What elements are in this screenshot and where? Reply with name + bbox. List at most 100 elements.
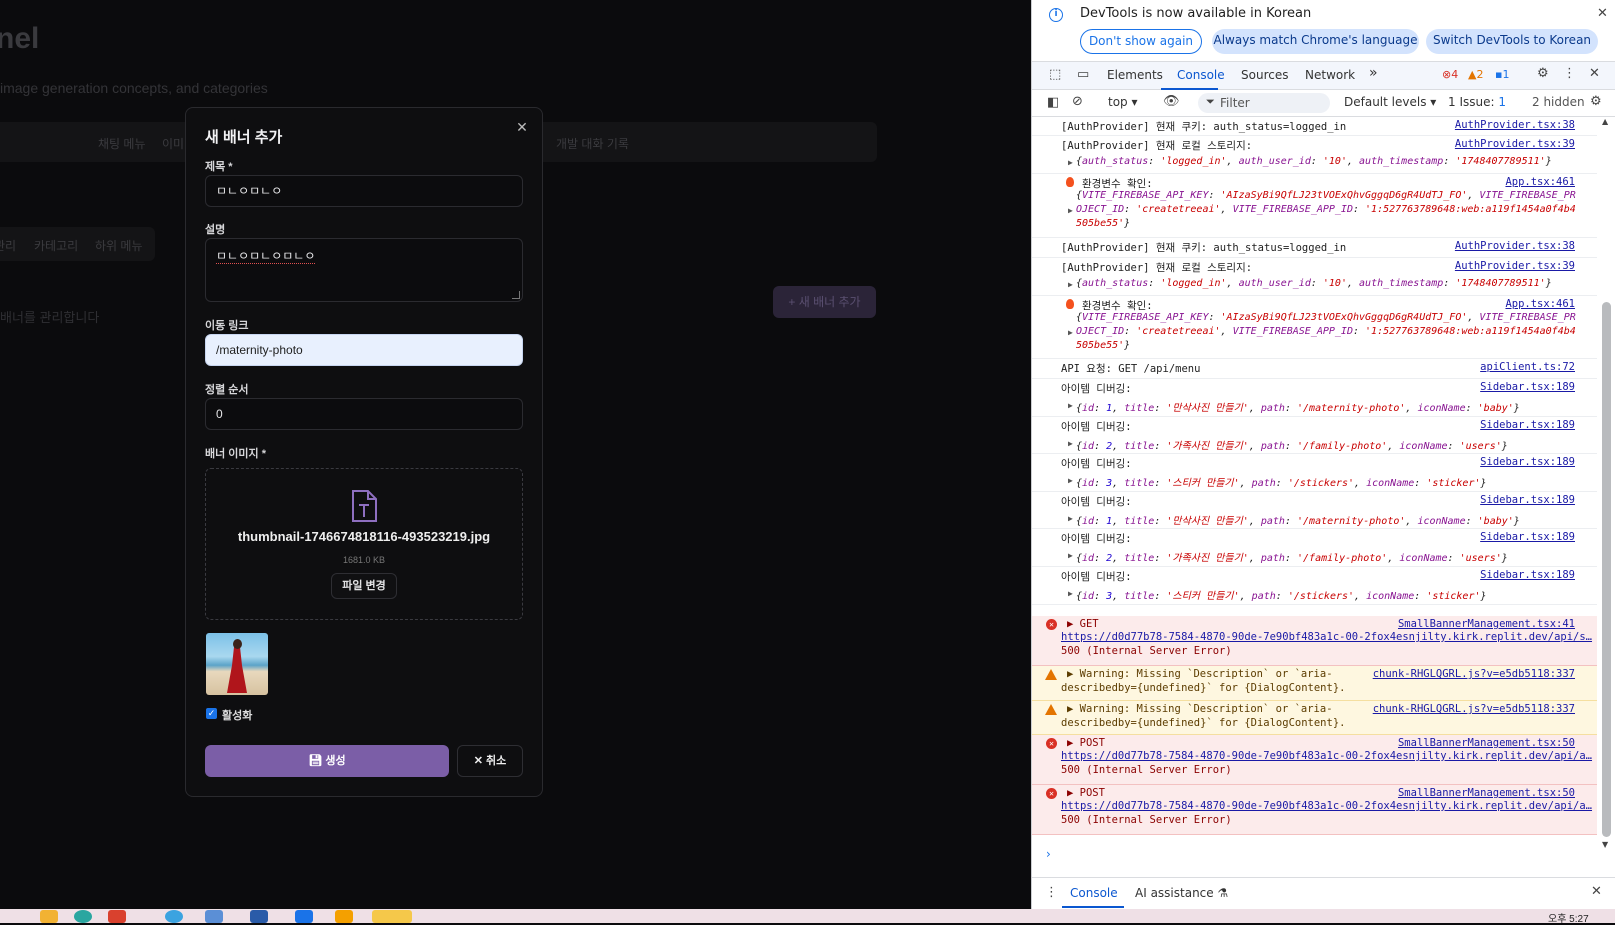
expand-triangle-icon[interactable]: ▶ bbox=[1068, 328, 1073, 337]
scroll-up-icon[interactable]: ▲ bbox=[1602, 117, 1608, 126]
source-link[interactable]: Sidebar.tsx:189 bbox=[1480, 531, 1575, 543]
live-expression-eye-icon[interactable]: 👁︎ bbox=[1163, 94, 1180, 109]
source-link[interactable]: App.tsx:461 bbox=[1505, 298, 1575, 310]
app-icon[interactable] bbox=[205, 910, 223, 923]
expand-triangle-icon[interactable]: ▶ bbox=[1068, 551, 1073, 560]
app-icon[interactable] bbox=[335, 910, 353, 923]
source-link[interactable]: AuthProvider.tsx:38 bbox=[1455, 240, 1575, 252]
scrollbar-thumb[interactable] bbox=[1602, 302, 1611, 837]
expand-triangle-icon[interactable]: ▶ bbox=[1068, 514, 1073, 523]
app-icon[interactable] bbox=[250, 910, 268, 923]
active-app-icon[interactable] bbox=[372, 910, 412, 923]
more-options-icon[interactable]: ⋮ bbox=[1563, 66, 1576, 81]
expand-triangle-icon[interactable]: ▶ bbox=[1068, 401, 1073, 410]
expand-triangle-icon[interactable]: ▶ bbox=[1068, 280, 1073, 289]
source-link[interactable]: apiClient.ts:72 bbox=[1480, 361, 1575, 373]
source-link[interactable]: App.tsx:461 bbox=[1505, 176, 1575, 188]
source-link[interactable]: Sidebar.tsx:189 bbox=[1480, 419, 1575, 431]
always-match-button[interactable]: Always match Chrome's language bbox=[1212, 29, 1419, 54]
expand-triangle-icon[interactable]: ▶ bbox=[1068, 206, 1073, 215]
close-icon[interactable]: ✕ bbox=[513, 118, 531, 136]
description-textarea[interactable]: ㅁㄴㅇㅁㄴㅇㅁㄴㅇ bbox=[205, 238, 523, 302]
inspect-element-icon[interactable]: ⬚ bbox=[1049, 67, 1061, 82]
expand-triangle-icon[interactable]: ▶ bbox=[1068, 158, 1073, 167]
log-message: 환경변수 확인: bbox=[1082, 300, 1153, 312]
close-drawer-icon[interactable]: ✕ bbox=[1591, 884, 1602, 899]
tab-category[interactable]: 카테고리 bbox=[34, 237, 78, 254]
cancel-button[interactable]: ✕ 취소 bbox=[457, 745, 523, 777]
source-link[interactable]: chunk-RHGLQGRL.js?v=e5db5118:337 bbox=[1373, 703, 1575, 715]
log-object: OJECT_ID: 'createtreeai', VITE_FIREBASE_… bbox=[1076, 204, 1576, 215]
tab-submenu[interactable]: 하위 메뉴 bbox=[95, 237, 143, 254]
source-link[interactable]: SmallBannerManagement.tsx:50 bbox=[1398, 737, 1575, 749]
close-devtools-icon[interactable]: ✕ bbox=[1589, 66, 1600, 81]
console-prompt[interactable]: › bbox=[1046, 847, 1051, 861]
sidebar-toggle-icon[interactable]: ◧ bbox=[1047, 95, 1059, 110]
tab-sources[interactable]: Sources bbox=[1241, 68, 1288, 82]
settings-gear-icon[interactable]: ⚙ bbox=[1537, 66, 1549, 81]
link-input[interactable]: /maternity-photo bbox=[205, 334, 523, 366]
info-count-badge[interactable]: ▪1 bbox=[1495, 68, 1509, 81]
error-count-badge[interactable]: ⊗4 bbox=[1442, 68, 1458, 81]
drawer-tab-console[interactable]: Console bbox=[1070, 886, 1118, 900]
source-link[interactable]: SmallBannerManagement.tsx:41 bbox=[1398, 618, 1575, 630]
tab-network[interactable]: Network bbox=[1305, 68, 1355, 82]
source-link[interactable]: Sidebar.tsx:189 bbox=[1480, 381, 1575, 393]
source-link[interactable]: Sidebar.tsx:189 bbox=[1480, 494, 1575, 506]
devtools-tabbar: ⬚ ▭ Elements Console Sources Network » ⊗… bbox=[1032, 61, 1615, 90]
app-icon[interactable] bbox=[295, 910, 313, 923]
resize-handle[interactable] bbox=[512, 291, 520, 299]
expand-triangle-icon[interactable]: ▶ bbox=[1068, 439, 1073, 448]
source-link[interactable]: SmallBannerManagement.tsx:50 bbox=[1398, 787, 1575, 799]
folder-app-icon[interactable] bbox=[40, 910, 58, 923]
tab-elements[interactable]: Elements bbox=[1107, 68, 1163, 82]
switch-korean-button[interactable]: Switch DevTools to Korean bbox=[1426, 29, 1598, 54]
create-button[interactable]: 💾︎ 생성 bbox=[205, 745, 449, 777]
scroll-down-icon[interactable]: ▼ bbox=[1602, 840, 1608, 849]
request-url-link[interactable]: https://d0d77b78-7584-4870-90de-7e90bf48… bbox=[1061, 631, 1592, 643]
warning-count-badge[interactable]: ▲2 bbox=[1468, 68, 1483, 81]
filter-input[interactable]: Filter bbox=[1198, 93, 1330, 113]
web-app-background: nel image generation concepts, and categ… bbox=[0, 0, 1031, 909]
active-checkbox[interactable]: ✓ bbox=[206, 708, 217, 719]
expand-triangle-icon[interactable]: ▶ bbox=[1068, 589, 1073, 598]
source-link[interactable]: Sidebar.tsx:189 bbox=[1480, 456, 1575, 468]
source-link[interactable]: AuthProvider.tsx:38 bbox=[1455, 119, 1575, 131]
source-link[interactable]: Sidebar.tsx:189 bbox=[1480, 569, 1575, 581]
fire-emoji-icon bbox=[1066, 299, 1074, 309]
device-toolbar-icon[interactable]: ▭ bbox=[1077, 67, 1089, 82]
drawer-tab-ai-assistance[interactable]: AI assistance ⚗ bbox=[1135, 886, 1228, 900]
order-input[interactable]: 0 bbox=[205, 398, 523, 430]
context-selector[interactable]: top ▾ bbox=[1108, 95, 1138, 109]
console-toolbar: ◧ ⊘ top ▾ 👁︎ Filter ⏷ Default levels ▾ 1… bbox=[1032, 90, 1615, 117]
app-icon[interactable] bbox=[108, 910, 126, 923]
console-settings-icon[interactable]: ⚙ bbox=[1590, 94, 1602, 109]
dont-show-again-button[interactable]: Don't show again bbox=[1080, 29, 1202, 54]
image-dropzone[interactable]: thumbnail-1746674818116-493523219.jpg 16… bbox=[205, 468, 523, 620]
tab-console[interactable]: Console bbox=[1177, 68, 1225, 82]
close-icon[interactable]: ✕ bbox=[1597, 6, 1608, 21]
add-banner-button[interactable]: + 새 배너 추가 bbox=[773, 286, 876, 318]
source-link[interactable]: AuthProvider.tsx:39 bbox=[1455, 138, 1575, 150]
issues-button[interactable]: 1 Issue: 1 bbox=[1448, 95, 1506, 109]
log-levels-dropdown[interactable]: Default levels ▾ bbox=[1344, 95, 1436, 109]
drawer-menu-icon[interactable]: ⋮ bbox=[1045, 885, 1058, 900]
file-size: 1681.0 KB bbox=[342, 555, 386, 565]
clear-console-icon[interactable]: ⊘ bbox=[1072, 94, 1083, 109]
expand-triangle-icon[interactable]: ▶ bbox=[1068, 476, 1073, 485]
tab-chat-menu[interactable]: 채팅 메뉴 bbox=[98, 135, 146, 152]
source-link[interactable]: chunk-RHGLQGRL.js?v=e5db5118:337 bbox=[1373, 668, 1575, 680]
request-url-link[interactable]: https://d0d77b78-7584-4870-90de-7e90bf48… bbox=[1061, 750, 1592, 762]
tab-dev-history[interactable]: 개발 대화 기록 bbox=[556, 135, 629, 152]
log-row: [AuthProvider] 현재 쿠키: auth_status=logged… bbox=[1032, 238, 1597, 258]
more-tabs-icon[interactable]: » bbox=[1369, 65, 1378, 81]
source-link[interactable]: AuthProvider.tsx:39 bbox=[1455, 260, 1575, 272]
console-scrollbar[interactable]: ▲ ▼ bbox=[1597, 117, 1615, 850]
app-icon[interactable] bbox=[74, 910, 92, 923]
title-input[interactable]: ㅁㄴㅇㅁㄴㅇ bbox=[205, 175, 523, 207]
tab-manage[interactable]: 관리 bbox=[0, 237, 16, 254]
tab-image[interactable]: 이미 bbox=[162, 135, 184, 152]
change-file-button[interactable]: 파일 변경 bbox=[331, 573, 397, 599]
app-icon[interactable] bbox=[165, 910, 183, 923]
request-url-link[interactable]: https://d0d77b78-7584-4870-90de-7e90bf48… bbox=[1061, 800, 1592, 812]
